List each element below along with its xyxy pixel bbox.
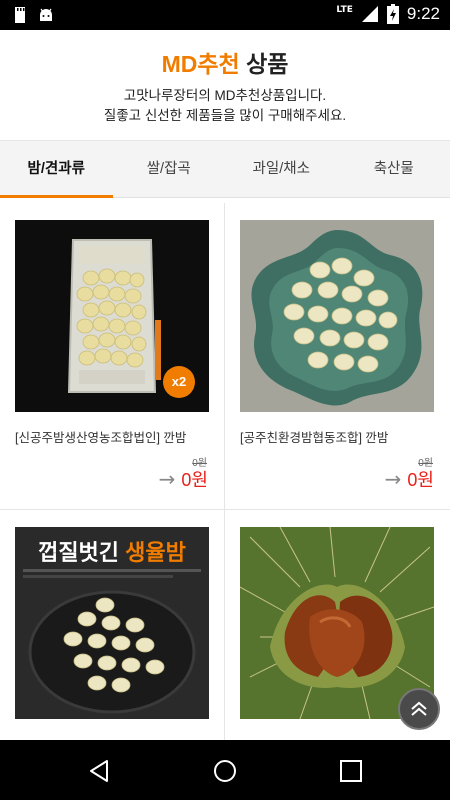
quantity-badge: x2 bbox=[163, 366, 195, 398]
status-bar: LTE 9:22 bbox=[0, 0, 450, 30]
product-image[interactable] bbox=[240, 527, 434, 719]
arrow-right-icon: → bbox=[384, 467, 402, 491]
arrow-right-icon: → bbox=[158, 467, 176, 491]
product-card[interactable]: [공주친환경밤협동조합] 깐밤 0원 → 0원 bbox=[225, 203, 450, 510]
product-image[interactable]: 껍질벗긴 생율밤 bbox=[15, 527, 209, 719]
title-accent: MD추천 bbox=[161, 51, 240, 77]
tab-fruit-vegetables[interactable]: 과일/채소 bbox=[225, 141, 338, 197]
android-icon bbox=[40, 8, 52, 21]
home-icon[interactable] bbox=[212, 758, 238, 784]
back-icon[interactable] bbox=[87, 758, 113, 784]
page-header: MD추천 상품 고맛나루장터의 MD추천상품입니다. 질좋고 신선한 제품들을 … bbox=[0, 30, 450, 140]
clock: 9:22 bbox=[406, 4, 440, 23]
sale-price: 0원 bbox=[181, 470, 208, 490]
subtitle-line-2: 질좋고 신선한 제품들을 많이 구매해주세요. bbox=[103, 108, 347, 123]
tab-chestnut-nuts[interactable]: 밤/견과류 bbox=[0, 141, 113, 198]
battery-icon bbox=[386, 4, 399, 24]
recents-icon[interactable] bbox=[338, 758, 364, 784]
tab-livestock[interactable]: 축산물 bbox=[338, 141, 450, 197]
product-grid: x2 [신공주밤생산영농조합법인] 깐밤 0원 → 0원 [공주친환경밤협동조합… bbox=[0, 203, 450, 740]
tab-rice-grains[interactable]: 쌀/잡곡 bbox=[113, 141, 226, 197]
subtitle-line-1: 고맛나루장터의 MD추천상품입니다. bbox=[123, 88, 327, 103]
network-type: LTE bbox=[336, 5, 353, 15]
signal-icon bbox=[361, 6, 378, 22]
scroll-to-top-button[interactable] bbox=[398, 688, 440, 730]
double-chevron-up-icon bbox=[411, 701, 427, 716]
product-name[interactable]: [신공주밤생산영농조합법인] 깐밤 bbox=[15, 427, 211, 446]
product-name[interactable]: [공주친환경밤협동조합] 깐밤 bbox=[240, 427, 436, 446]
title-rest: 상품 bbox=[246, 51, 289, 77]
product-image[interactable] bbox=[240, 220, 434, 412]
sd-card-icon bbox=[15, 7, 25, 23]
product-card[interactable]: 껍질벗긴 생율밤 bbox=[0, 510, 225, 740]
category-tabs: 밤/견과류 쌀/잡곡 과일/채소 축산물 bbox=[0, 140, 450, 198]
navigation-bar bbox=[0, 740, 450, 800]
page-title: MD추천 상품 bbox=[0, 45, 450, 79]
sale-price: 0원 bbox=[407, 470, 434, 490]
product-card[interactable]: x2 [신공주밤생산영농조합법인] 깐밤 0원 → 0원 bbox=[0, 203, 225, 510]
product-image[interactable]: x2 bbox=[15, 220, 209, 412]
